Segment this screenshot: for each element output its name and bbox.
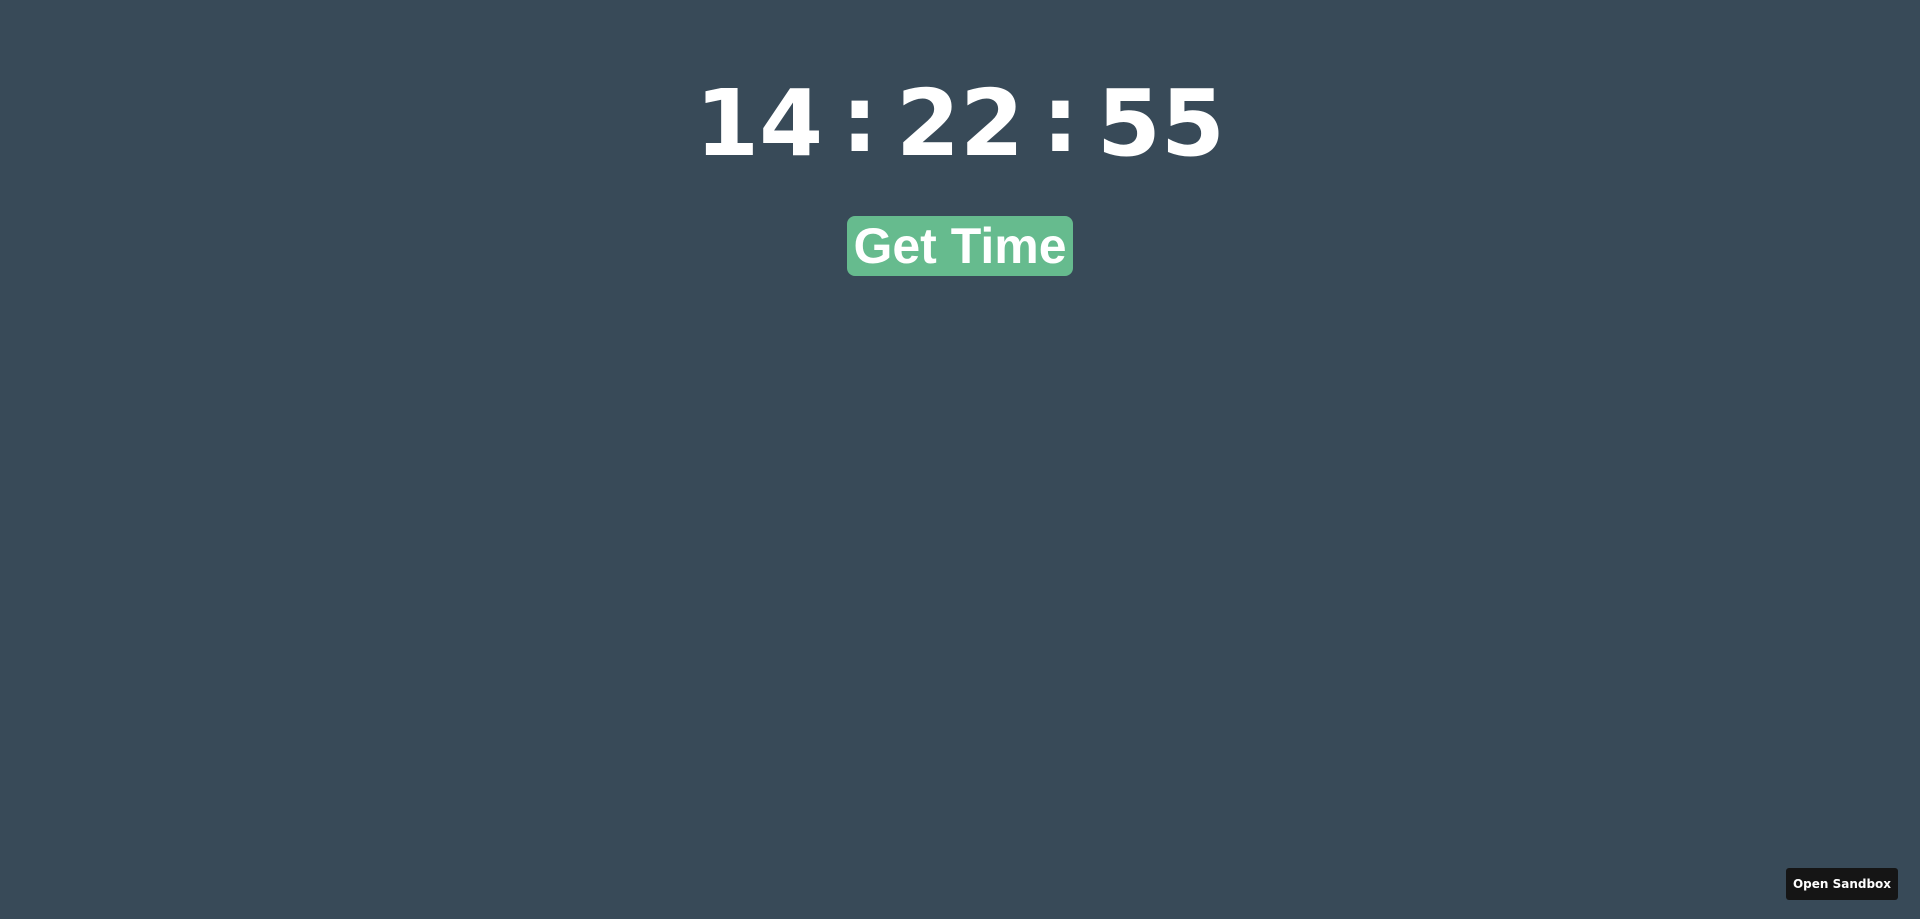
open-sandbox-button[interactable]: Open Sandbox [1786,868,1898,900]
time-separator: : [1042,66,1079,173]
time-display: 14 : 22 : 55 [0,70,1920,177]
get-time-button[interactable]: Get Time [847,216,1073,276]
time-separator: : [841,66,878,173]
minutes-value: 22 [895,70,1025,177]
clock-page: 14 : 22 : 55 Get Time Open Sandbox [0,0,1920,919]
hours-value: 14 [695,70,824,177]
seconds-value: 55 [1096,70,1225,177]
